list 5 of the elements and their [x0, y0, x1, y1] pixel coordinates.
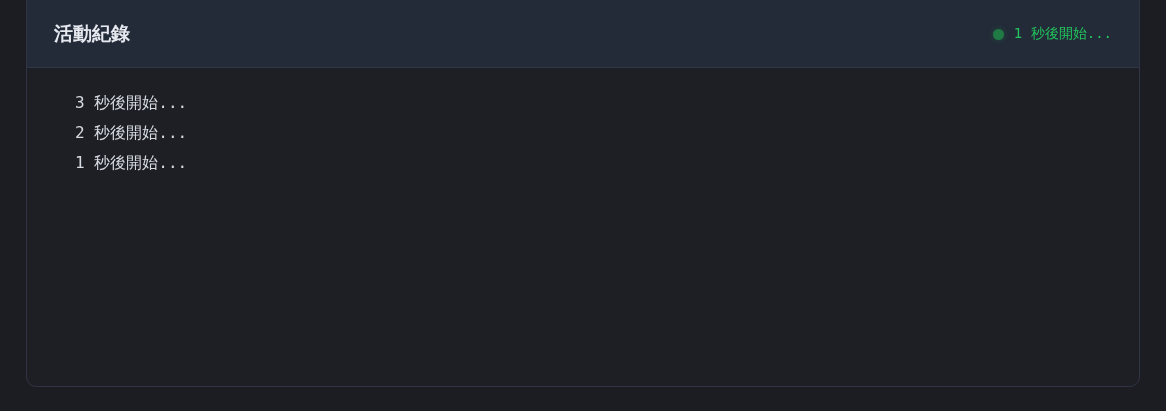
- log-line: 2 秒後開始...: [75, 122, 189, 144]
- log-line: 3 秒後開始...: [75, 92, 189, 114]
- panel-title: 活動紀錄: [54, 21, 130, 46]
- log-line: 1 秒後開始...: [75, 152, 189, 174]
- status-text: 1 秒後開始...: [1013, 25, 1112, 43]
